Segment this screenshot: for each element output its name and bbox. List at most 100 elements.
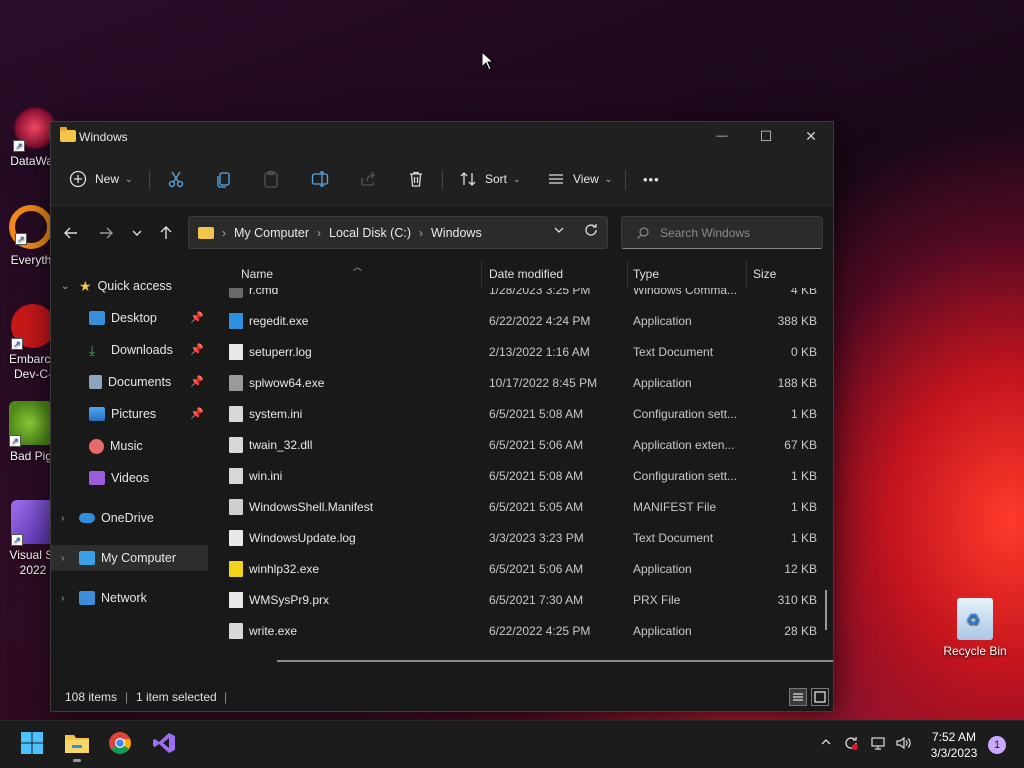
column-date-modified[interactable]: Date modified: [489, 267, 563, 281]
sidebar-item-music[interactable]: Music: [51, 433, 208, 459]
cut-button[interactable]: [167, 164, 185, 194]
command-bar: New ⌄ Sort ⌄ View ⌄ •••: [51, 152, 833, 206]
back-button[interactable]: [59, 221, 83, 245]
pin-icon[interactable]: 📌: [190, 343, 204, 356]
show-hidden-icons-button[interactable]: [820, 735, 832, 751]
view-button[interactable]: View ⌄: [547, 164, 612, 194]
maximize-button[interactable]: ☐: [743, 122, 789, 152]
file-explorer-window: Windows — ☐ ✕ New ⌄ Sort ⌄ View ⌄ ••• › …: [50, 121, 834, 712]
horizontal-scrollbar[interactable]: [277, 660, 833, 662]
minimize-button[interactable]: —: [699, 122, 745, 152]
file-row[interactable]: WindowsUpdate.log 3/3/2023 3:23 PM Text Do…: [219, 523, 829, 554]
notification-badge[interactable]: 1: [988, 736, 1006, 754]
more-options-button[interactable]: •••: [643, 164, 660, 194]
sidebar-item-label: Documents: [108, 375, 172, 389]
column-divider[interactable]: [481, 260, 482, 288]
taskbar-visual-studio[interactable]: [152, 731, 178, 757]
file-type: Application: [633, 624, 692, 638]
new-button[interactable]: New ⌄: [69, 164, 133, 194]
delete-button[interactable]: [407, 164, 425, 194]
vertical-scrollbar[interactable]: [825, 590, 827, 630]
sidebar-item-quick-access[interactable]: ⌄ ★ Quick access: [51, 273, 208, 299]
sidebar-item-pictures[interactable]: Pictures 📌: [51, 401, 208, 427]
sidebar-item-documents[interactable]: Documents 📌: [51, 369, 208, 395]
share-button[interactable]: [359, 164, 377, 194]
recycle-symbol-icon: ♻: [966, 612, 981, 629]
column-type[interactable]: Type: [633, 267, 659, 281]
file-size: 12 KB: [784, 562, 817, 576]
network-status-icon[interactable]: [870, 735, 886, 754]
file-icon: [229, 592, 243, 608]
search-box[interactable]: [621, 216, 823, 249]
paste-button[interactable]: [262, 164, 280, 194]
sidebar-item-videos[interactable]: Videos: [51, 465, 208, 491]
column-name[interactable]: Name: [241, 267, 273, 281]
column-header: ︿ Name Date modified Type Size: [209, 260, 833, 288]
sidebar-item-desktop[interactable]: Desktop 📌: [51, 305, 208, 331]
search-input[interactable]: [660, 225, 800, 240]
file-type: Text Document: [633, 531, 714, 545]
start-button[interactable]: [20, 731, 46, 757]
file-row[interactable]: winhlp32.exe 6/5/2021 5:06 AM Application 1…: [219, 554, 829, 585]
address-bar[interactable]: › My Computer › Local Disk (C:) › Window…: [188, 216, 608, 249]
file-row[interactable]: WindowsShell.Manifest 6/5/2021 5:05 AM MAN…: [219, 492, 829, 523]
chevron-right-icon[interactable]: ›: [61, 553, 64, 564]
sidebar-item-label: OneDrive: [101, 511, 154, 525]
recent-locations-button[interactable]: [125, 221, 149, 245]
file-size: 310 KB: [777, 593, 817, 607]
file-row[interactable]: twain_32.dll 6/5/2021 5:06 AM Application …: [219, 430, 829, 461]
taskbar-chrome[interactable]: [108, 731, 134, 757]
sidebar-item-network[interactable]: › Network: [51, 585, 208, 611]
desktop-icon-recycle-bin[interactable]: ♻ Recycle Bin: [936, 598, 1014, 659]
close-button[interactable]: ✕: [788, 122, 834, 152]
sidebar-item-onedrive[interactable]: › OneDrive: [51, 505, 208, 531]
breadcrumb-windows[interactable]: Windows: [431, 226, 482, 240]
column-size[interactable]: Size: [753, 267, 776, 281]
file-name: splwow64.exe: [249, 376, 325, 390]
address-dropdown-icon[interactable]: [553, 224, 565, 239]
pin-icon[interactable]: 📌: [190, 375, 204, 388]
file-row[interactable]: WMSysPr9.prx 6/5/2021 7:30 AM PRX File 310 …: [219, 585, 829, 616]
sidebar-item-label: Quick access: [97, 279, 172, 293]
forward-button[interactable]: [94, 221, 118, 245]
clock[interactable]: 7:52 AM 3/3/2023: [922, 729, 986, 761]
breadcrumb-local-disk[interactable]: Local Disk (C:): [329, 226, 411, 240]
chevron-right-icon[interactable]: ›: [61, 513, 64, 524]
file-row[interactable]: win.ini 6/5/2021 5:08 AM Configuration set…: [219, 461, 829, 492]
music-icon: [89, 438, 104, 454]
refresh-icon[interactable]: [584, 223, 598, 240]
copy-button[interactable]: [215, 164, 233, 194]
large-icons-view-button[interactable]: [811, 688, 829, 706]
pin-icon[interactable]: 📌: [190, 407, 204, 420]
status-divider: |: [224, 690, 228, 704]
file-row[interactable]: write.exe 6/22/2022 4:25 PM Application 28 …: [219, 616, 829, 647]
details-view-button[interactable]: [789, 688, 807, 706]
share-icon: [361, 171, 375, 186]
up-button[interactable]: [154, 221, 178, 245]
sidebar-item-downloads[interactable]: ⤓ Downloads 📌: [51, 337, 208, 363]
windows-logo-icon: [21, 732, 43, 754]
taskbar-file-explorer[interactable]: [64, 731, 90, 762]
file-date-modified: 10/17/2022 8:45 PM: [489, 376, 598, 390]
file-row[interactable]: splwow64.exe 10/17/2022 8:45 PM Applicatio…: [219, 368, 829, 399]
breadcrumb-my-computer[interactable]: My Computer: [234, 226, 309, 240]
sort-button[interactable]: Sort ⌄: [459, 164, 521, 194]
rename-button[interactable]: [311, 164, 329, 194]
file-type: MANIFEST File: [633, 500, 717, 514]
file-row[interactable]: regedit.exe 6/22/2022 4:24 PM Application 3…: [219, 306, 829, 337]
sync-status-icon[interactable]: [843, 735, 859, 754]
pin-icon[interactable]: 📌: [190, 311, 204, 324]
file-row[interactable]: setuperr.log 2/13/2022 1:16 AM Text Docume…: [219, 337, 829, 368]
chevron-right-icon[interactable]: ›: [61, 593, 64, 604]
title-bar[interactable]: Windows — ☐ ✕: [51, 122, 833, 152]
chevron-right-icon: ›: [419, 225, 423, 240]
column-divider[interactable]: [746, 260, 747, 288]
chevron-down-icon[interactable]: ⌄: [61, 281, 69, 292]
column-divider[interactable]: [627, 260, 628, 288]
navigation-row: › My Computer › Local Disk (C:) › Window…: [51, 206, 833, 260]
status-divider: |: [125, 690, 129, 704]
volume-icon[interactable]: [895, 735, 911, 754]
sort-label: Sort: [485, 172, 508, 186]
sidebar-item-my-computer[interactable]: › My Computer: [51, 545, 208, 571]
file-row[interactable]: system.ini 6/5/2021 5:08 AM Configuration …: [219, 399, 829, 430]
